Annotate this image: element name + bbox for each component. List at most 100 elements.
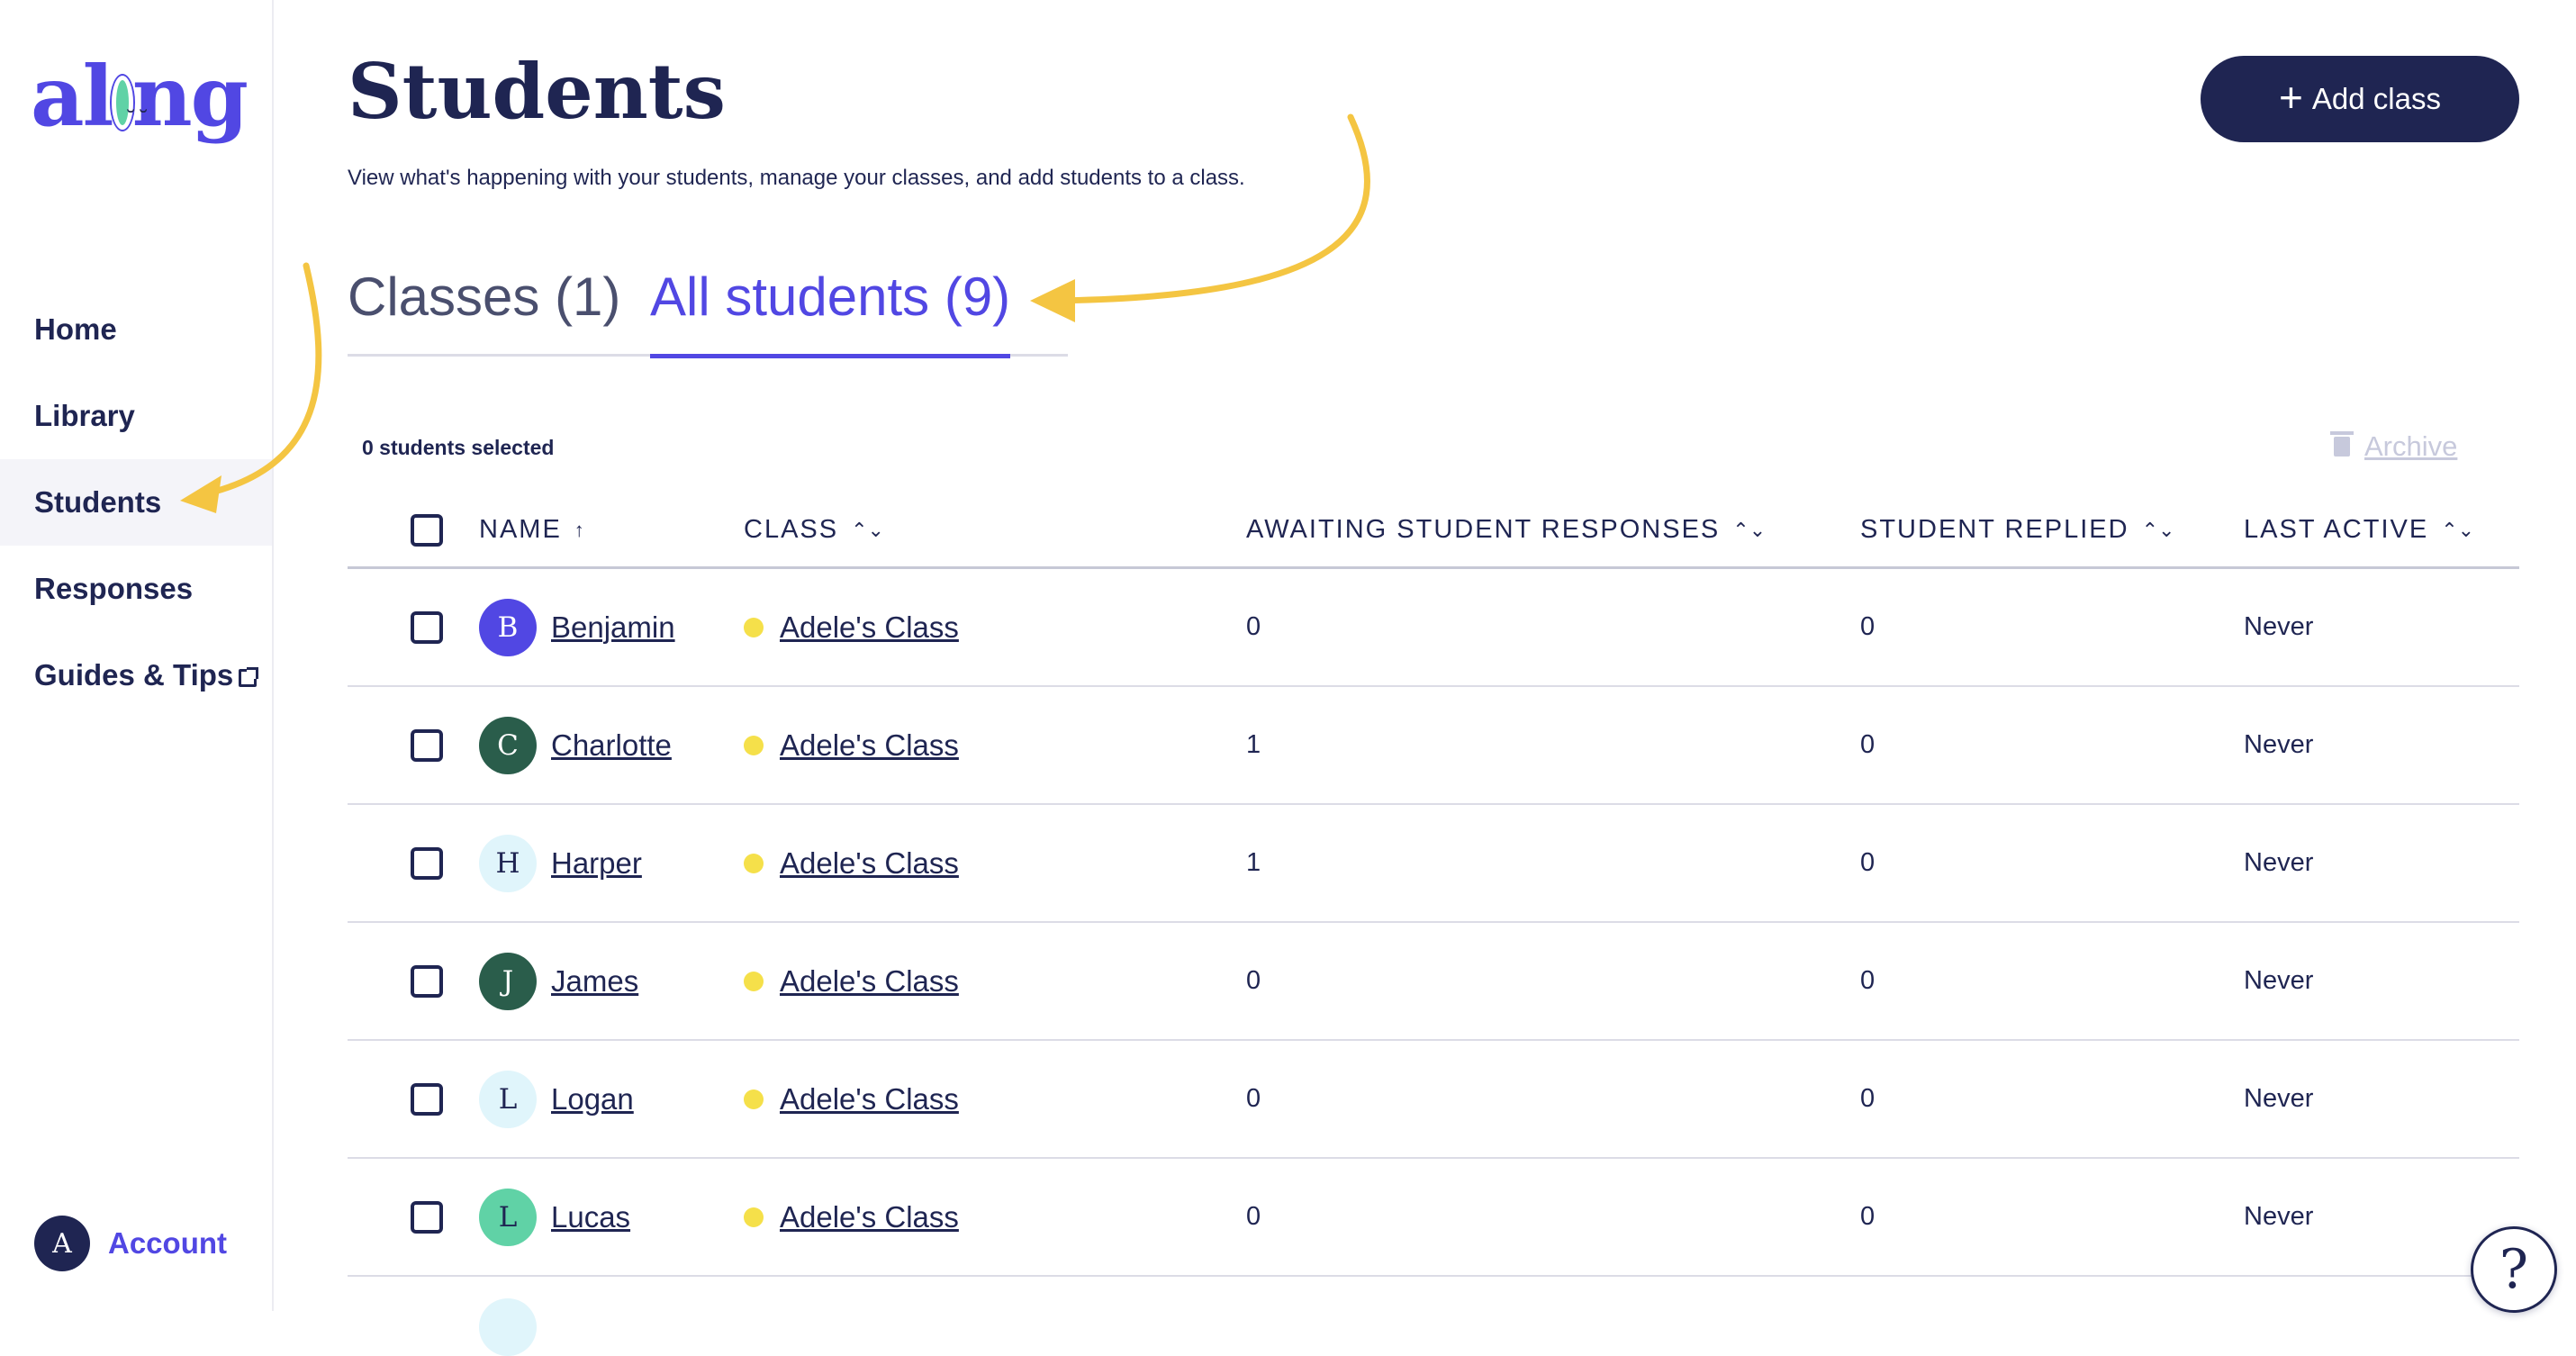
- sidebar-item-label: Guides & Tips: [34, 658, 234, 692]
- column-label: NAME: [479, 515, 562, 544]
- students-table: NAME ↑ CLASS ⌃⌄ AWAITING STUDENT RESPONS…: [348, 493, 2519, 1277]
- student-cell: L Lucas: [479, 1188, 630, 1246]
- tab-classes[interactable]: Classes (1): [348, 261, 620, 357]
- student-avatar: L: [479, 1188, 537, 1246]
- awaiting-count: 0: [1246, 1084, 1261, 1113]
- sidebar-item-guides-tips[interactable]: Guides & Tips: [0, 632, 272, 719]
- column-header-last-active[interactable]: LAST ACTIVE ⌃⌄: [2244, 515, 2474, 545]
- class-link[interactable]: Adele's Class: [780, 728, 959, 763]
- row-select-cell: [411, 1200, 443, 1234]
- student-name-link[interactable]: Harper: [551, 846, 642, 881]
- student-cell: C Charlotte: [479, 716, 672, 774]
- class-cell: Adele's Class: [744, 964, 959, 999]
- tabs: Classes (1) All students (9): [348, 261, 1068, 358]
- student-avatar-partial: [479, 1298, 537, 1356]
- archive-button[interactable]: Archive: [2330, 430, 2457, 463]
- replied-count: 0: [1860, 1202, 1876, 1231]
- row-checkbox[interactable]: [411, 728, 443, 762]
- class-link[interactable]: Adele's Class: [780, 610, 959, 645]
- class-color-dot: [744, 1089, 764, 1109]
- sidebar-nav: Home Library Students Responses Guides &…: [0, 286, 272, 719]
- class-link[interactable]: Adele's Class: [780, 1082, 959, 1116]
- last-active: Never: [2244, 848, 2314, 877]
- class-cell: Adele's Class: [744, 610, 959, 645]
- class-color-dot: [744, 971, 764, 991]
- table-row: L Logan Adele's Class 0 0 Never: [348, 1041, 2519, 1159]
- sort-ascending-icon: ↑: [574, 518, 584, 541]
- awaiting-count: 0: [1246, 612, 1261, 641]
- class-link[interactable]: Adele's Class: [780, 964, 959, 999]
- awaiting-count: 0: [1246, 1202, 1261, 1231]
- sidebar-item-students[interactable]: Students: [0, 459, 272, 546]
- table-body: B Benjamin Adele's Class 0 0 Never C Cha…: [348, 569, 2519, 1277]
- sidebar: al ng Home Library Students Responses Gu…: [0, 0, 274, 1311]
- class-color-dot: [744, 853, 764, 873]
- sidebar-item-responses[interactable]: Responses: [0, 546, 272, 632]
- sun-logo-icon: [115, 71, 150, 170]
- trash-icon: [2330, 431, 2354, 457]
- class-color-dot: [744, 735, 764, 755]
- column-header-name[interactable]: NAME ↑: [479, 515, 584, 545]
- student-name-link[interactable]: James: [551, 964, 638, 999]
- sidebar-item-label: Library: [34, 399, 135, 432]
- class-link[interactable]: Adele's Class: [780, 846, 959, 881]
- row-checkbox[interactable]: [411, 610, 443, 644]
- sidebar-item-library[interactable]: Library: [0, 373, 272, 459]
- table-row: H Harper Adele's Class 1 0 Never: [348, 805, 2519, 923]
- student-avatar: H: [479, 834, 537, 892]
- column-header-awaiting[interactable]: AWAITING STUDENT RESPONSES ⌃⌄: [1246, 515, 1766, 545]
- replied-count: 0: [1860, 848, 1876, 877]
- replied-count: 0: [1860, 1084, 1876, 1113]
- student-avatar: B: [479, 598, 537, 656]
- student-name-link[interactable]: Logan: [551, 1082, 634, 1116]
- student-name-link[interactable]: Benjamin: [551, 610, 675, 645]
- row-checkbox[interactable]: [411, 846, 443, 880]
- student-cell: L Logan: [479, 1070, 634, 1128]
- select-all-checkbox[interactable]: [411, 513, 443, 547]
- student-cell: B Benjamin: [479, 598, 675, 656]
- last-active: Never: [2244, 1084, 2314, 1113]
- class-link[interactable]: Adele's Class: [780, 1200, 959, 1234]
- account-link[interactable]: A Account: [34, 1216, 227, 1271]
- last-active: Never: [2244, 612, 2314, 641]
- tab-all-students[interactable]: All students (9): [650, 261, 1011, 358]
- student-avatar: L: [479, 1070, 537, 1128]
- replied-count: 0: [1860, 730, 1876, 759]
- row-checkbox[interactable]: [411, 1200, 443, 1234]
- table-row: B Benjamin Adele's Class 0 0 Never: [348, 569, 2519, 687]
- account-label: Account: [108, 1226, 227, 1260]
- row-checkbox[interactable]: [411, 1082, 443, 1116]
- row-select-cell: [411, 728, 443, 762]
- sidebar-item-label: Home: [34, 312, 117, 346]
- table-row: L Lucas Adele's Class 0 0 Never: [348, 1159, 2519, 1277]
- student-name-link[interactable]: Lucas: [551, 1200, 630, 1234]
- select-all-cell: [411, 513, 443, 547]
- sort-icon: ⌃⌄: [2141, 518, 2175, 541]
- page-subtitle: View what's happening with your students…: [348, 166, 1245, 190]
- annotation-arrow-to-tab: [1050, 113, 1370, 304]
- column-header-replied[interactable]: STUDENT REPLIED ⌃⌄: [1860, 515, 2174, 545]
- sidebar-item-label: Responses: [34, 572, 194, 605]
- awaiting-count: 1: [1246, 730, 1261, 759]
- awaiting-count: 0: [1246, 966, 1261, 995]
- add-class-label: Add class: [2311, 82, 2441, 115]
- class-cell: Adele's Class: [744, 846, 959, 881]
- row-select-cell: [411, 846, 443, 880]
- last-active: Never: [2244, 966, 2314, 995]
- help-button[interactable]: ?: [2471, 1226, 2557, 1313]
- row-checkbox[interactable]: [411, 964, 443, 998]
- student-name-link[interactable]: Charlotte: [551, 728, 672, 763]
- class-cell: Adele's Class: [744, 1200, 959, 1234]
- table-header: NAME ↑ CLASS ⌃⌄ AWAITING STUDENT RESPONS…: [348, 493, 2519, 569]
- replied-count: 0: [1860, 966, 1876, 995]
- sidebar-item-home[interactable]: Home: [0, 286, 272, 373]
- column-label: CLASS: [744, 515, 839, 544]
- column-header-class[interactable]: CLASS ⌃⌄: [744, 515, 884, 545]
- row-select-cell: [411, 610, 443, 644]
- add-class-button[interactable]: + Add class: [2201, 56, 2519, 142]
- along-logo[interactable]: al ng: [31, 47, 249, 170]
- external-link-icon: [239, 667, 259, 687]
- account-avatar: A: [34, 1216, 90, 1271]
- row-select-cell: [411, 964, 443, 998]
- table-row: J James Adele's Class 0 0 Never: [348, 923, 2519, 1041]
